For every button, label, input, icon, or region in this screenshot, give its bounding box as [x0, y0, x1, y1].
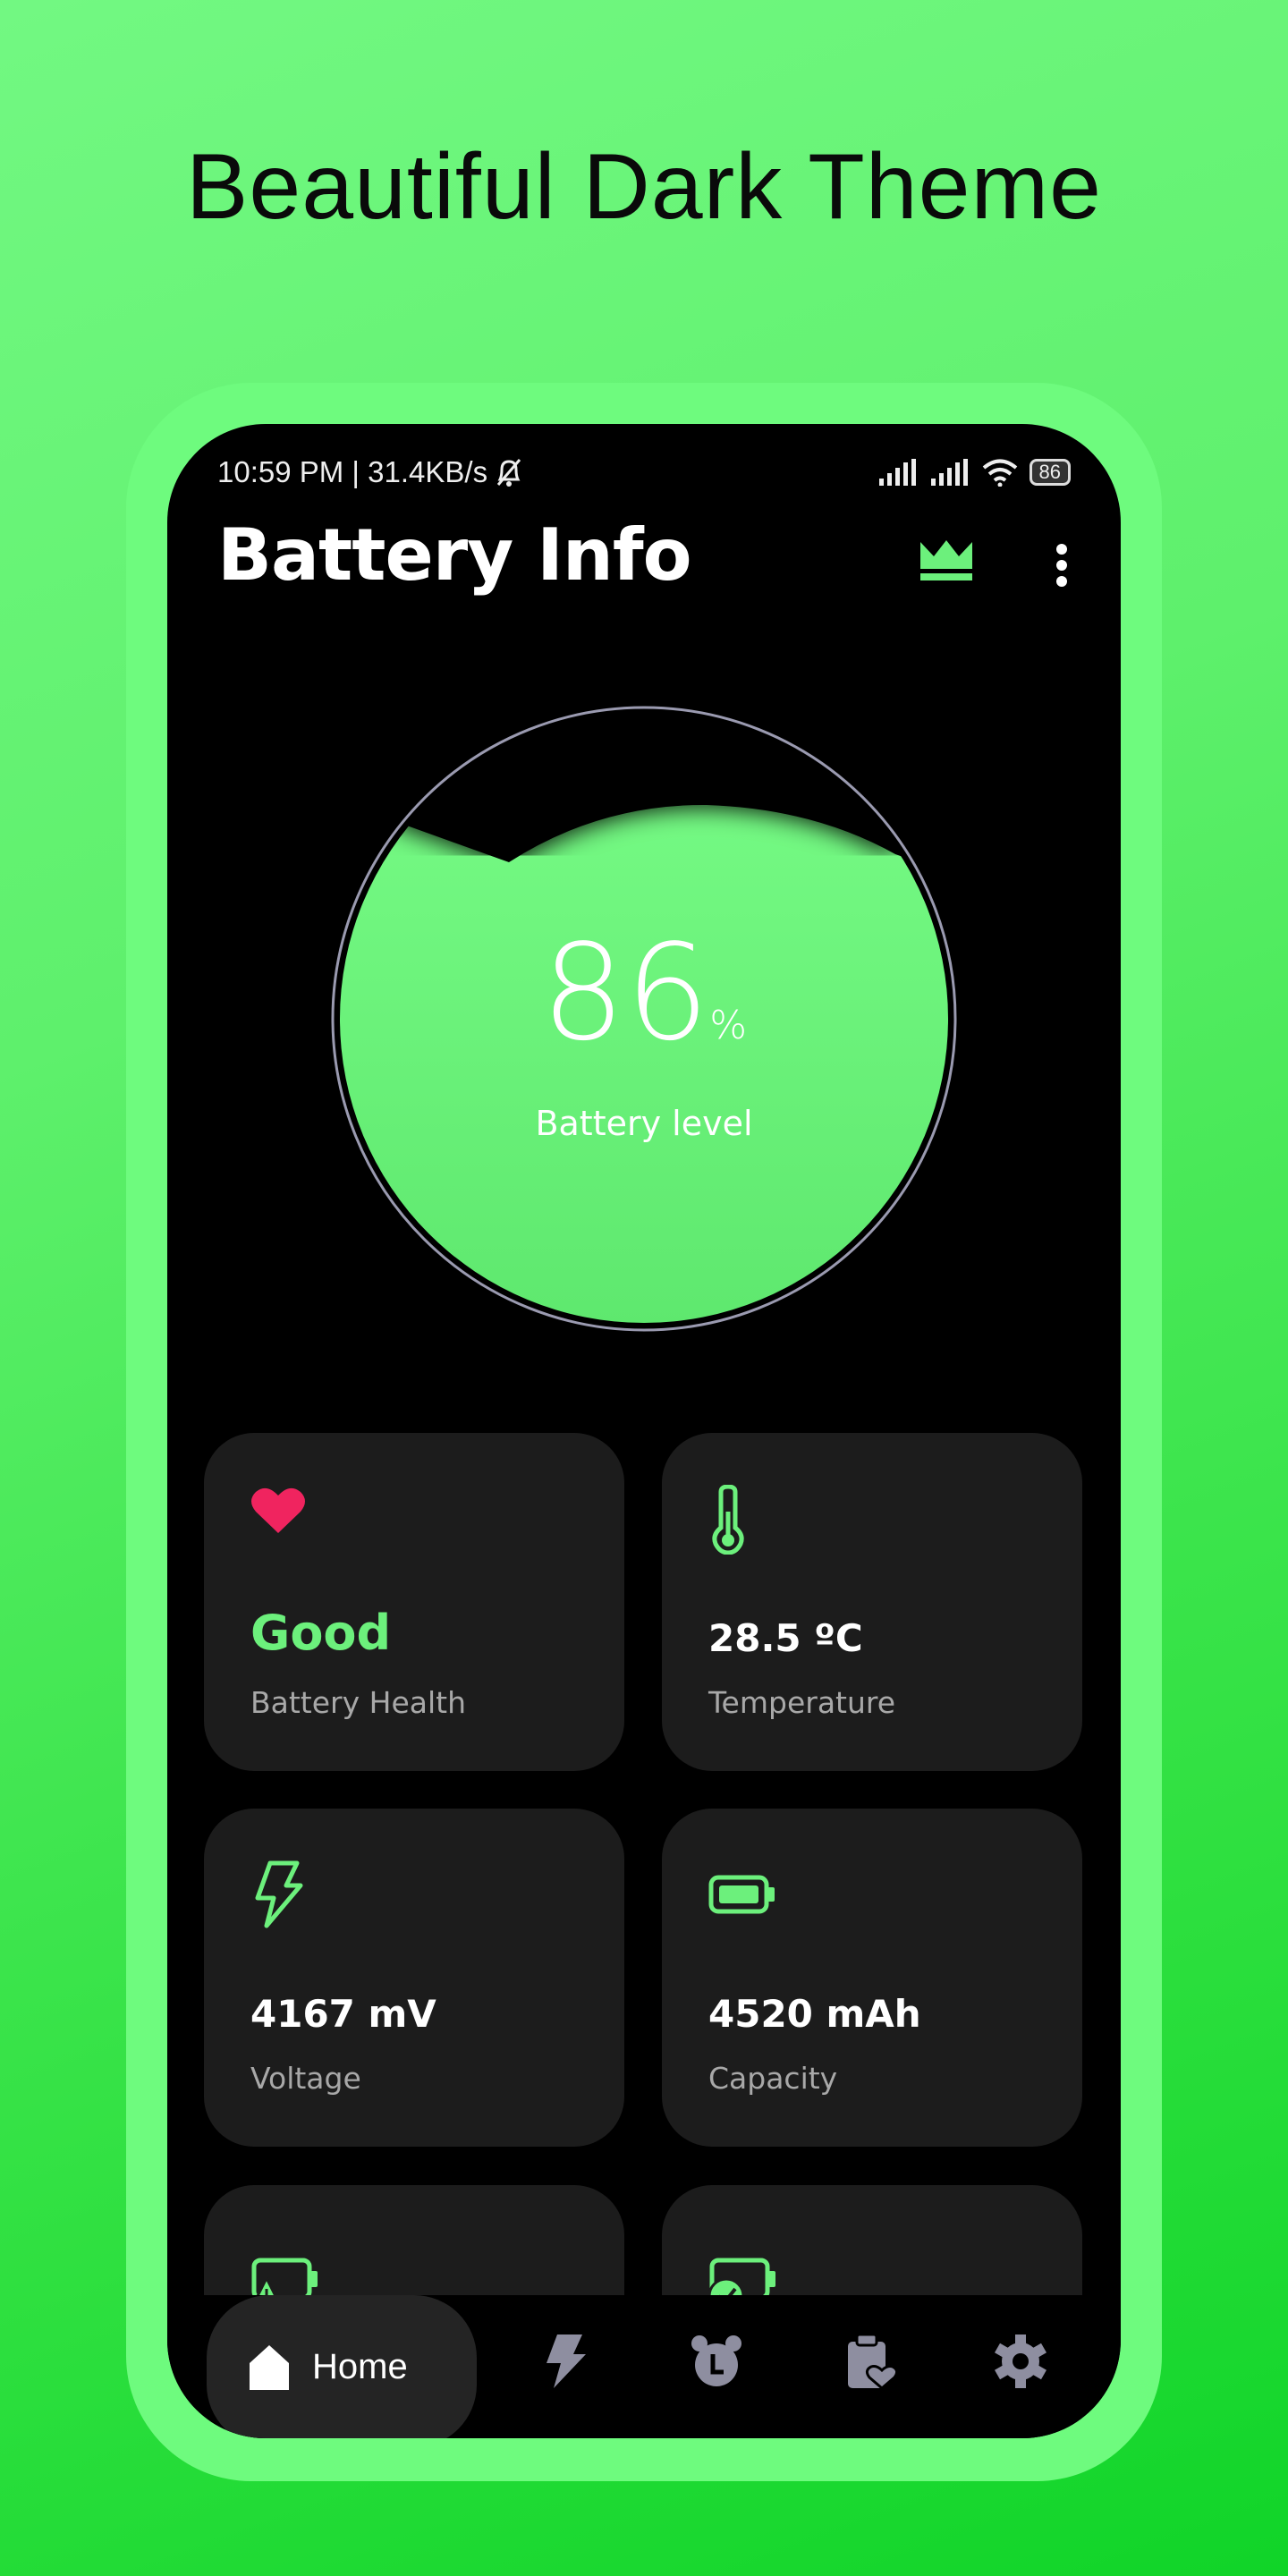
- card-temperature[interactable]: 28.5 ºC Temperature: [662, 1433, 1082, 1771]
- battery-icon: [708, 1875, 775, 1914]
- battery-gauge: 86% Battery level: [331, 706, 957, 1332]
- thermometer-icon: [712, 1485, 744, 1555]
- wifi-icon: [982, 459, 1017, 487]
- phone-screen: 10:59 PM | 31.4KB/s 86 Battery Info 86%: [167, 424, 1121, 2438]
- nav-home[interactable]: Home: [207, 2295, 477, 2438]
- card-label: Voltage: [250, 2061, 361, 2096]
- bell-off-icon: [496, 459, 521, 487]
- alarm-icon[interactable]: [691, 2334, 742, 2388]
- clipboard-health-icon[interactable]: [844, 2334, 896, 2388]
- bottom-nav: Home: [167, 2295, 1121, 2438]
- status-bar: 10:59 PM | 31.4KB/s 86: [217, 453, 1071, 492]
- signal-icon-2: [930, 459, 968, 486]
- card-battery-health[interactable]: Good Battery Health: [204, 1433, 624, 1771]
- card-label: Capacity: [708, 2061, 838, 2096]
- heart-icon: [251, 1487, 305, 1533]
- charging-icon[interactable]: [543, 2334, 588, 2388]
- more-menu-icon[interactable]: [1055, 542, 1069, 589]
- card-voltage[interactable]: 4167 mV Voltage: [204, 1809, 624, 2147]
- nav-home-label: Home: [312, 2346, 408, 2386]
- status-time: 10:59 PM | 31.4KB/s: [217, 455, 488, 488]
- card-capacity[interactable]: 4520 mAh Capacity: [662, 1809, 1082, 2147]
- card-value: 4167 mV: [250, 1992, 436, 2036]
- card-value: 28.5 ºC: [708, 1616, 863, 1660]
- headline: Beautiful Dark Theme: [186, 135, 1102, 239]
- signal-icon: [878, 459, 916, 486]
- battery-level-label: Battery level: [535, 1104, 753, 1143]
- crown-icon[interactable]: [919, 538, 974, 581]
- status-battery: 86: [1029, 459, 1071, 486]
- lightning-icon: [255, 1860, 303, 1928]
- card-label: Temperature: [708, 1685, 896, 1720]
- settings-icon[interactable]: [994, 2334, 1047, 2388]
- app-title: Battery Info: [217, 513, 692, 597]
- card-label: Battery Health: [250, 1685, 466, 1720]
- battery-percentage: 86%: [540, 916, 748, 1070]
- card-value: Good: [250, 1605, 392, 1661]
- home-icon: [250, 2345, 289, 2390]
- card-value: 4520 mAh: [708, 1992, 921, 2036]
